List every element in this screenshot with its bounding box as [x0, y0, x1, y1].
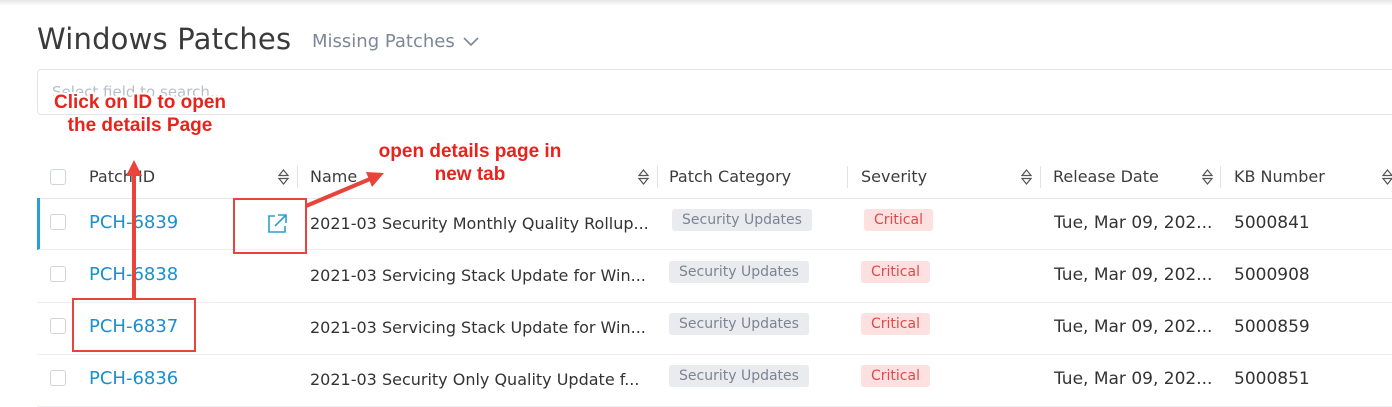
patch-name: 2021-03 Security Only Quality Update f..… — [310, 370, 640, 389]
column-header-severity[interactable]: Severity — [861, 167, 927, 186]
column-divider[interactable] — [847, 166, 848, 188]
category-badge: Security Updates — [672, 209, 812, 231]
column-divider[interactable] — [1220, 166, 1221, 188]
sort-icon[interactable] — [1202, 169, 1213, 185]
patch-name: 2021-03 Security Monthly Quality Rollup.… — [310, 214, 649, 233]
category-badge: Security Updates — [669, 313, 809, 335]
row-checkbox[interactable] — [50, 214, 66, 230]
column-header-name[interactable]: Name — [310, 167, 357, 186]
sort-icon[interactable] — [278, 169, 289, 185]
release-date: Tue, Mar 09, 202... — [1054, 213, 1213, 233]
column-divider[interactable] — [657, 166, 658, 188]
release-date: Tue, Mar 09, 202... — [1054, 369, 1213, 389]
row-checkbox[interactable] — [50, 370, 66, 386]
view-selector-label: Missing Patches — [312, 31, 455, 52]
category-badge: Security Updates — [669, 365, 809, 387]
column-divider[interactable] — [297, 166, 298, 188]
sort-icon[interactable] — [1382, 169, 1392, 185]
chevron-down-icon — [463, 36, 479, 46]
annotation-click-id: Click on ID to open the details Page — [53, 92, 227, 136]
column-header-patch-id[interactable]: Patch ID — [89, 167, 155, 186]
patch-id-link[interactable]: PCH-6836 — [89, 368, 178, 389]
column-header-kb-number[interactable]: KB Number — [1234, 167, 1325, 186]
severity-badge: Critical — [864, 209, 933, 231]
patch-id-link[interactable]: PCH-6839 — [89, 212, 178, 233]
new-tab-highlight-box — [233, 198, 307, 254]
table-row[interactable]: PCH-6837 2021-03 Servicing Stack Update … — [37, 302, 1392, 355]
column-header-release-date[interactable]: Release Date — [1053, 167, 1159, 186]
table-header: Patch ID Name Patch Category Severity Re… — [37, 158, 1392, 199]
top-shadow — [0, 0, 1392, 6]
view-selector-dropdown[interactable]: Missing Patches — [312, 31, 479, 52]
release-date: Tue, Mar 09, 202... — [1054, 265, 1213, 285]
kb-number: 5000841 — [1234, 213, 1310, 233]
kb-number: 5000859 — [1234, 317, 1310, 337]
search-input[interactable]: Select field to search... — [37, 69, 1392, 115]
id-highlight-box — [72, 298, 196, 352]
annotation-new-tab: open details page in new tab — [378, 141, 562, 185]
page-title: Windows Patches — [37, 22, 292, 56]
column-divider[interactable] — [1040, 166, 1041, 188]
select-all-checkbox[interactable] — [50, 169, 66, 185]
severity-badge: Critical — [861, 365, 930, 387]
kb-number: 5000908 — [1234, 265, 1310, 285]
row-checkbox[interactable] — [50, 266, 66, 282]
column-header-patch-category[interactable]: Patch Category — [669, 167, 791, 186]
release-date: Tue, Mar 09, 202... — [1054, 317, 1213, 337]
kb-number: 5000851 — [1234, 369, 1310, 389]
severity-badge: Critical — [861, 261, 930, 283]
sort-icon[interactable] — [638, 169, 649, 185]
patch-id-link[interactable]: PCH-6838 — [89, 264, 178, 285]
patch-name: 2021-03 Servicing Stack Update for Win..… — [310, 266, 646, 285]
severity-badge: Critical — [861, 313, 930, 335]
table-row[interactable]: PCH-6838 2021-03 Servicing Stack Update … — [37, 250, 1392, 303]
row-checkbox[interactable] — [50, 318, 66, 334]
sort-icon[interactable] — [1021, 169, 1032, 185]
table-row[interactable]: PCH-6836 2021-03 Security Only Quality U… — [37, 354, 1392, 407]
patch-name: 2021-03 Servicing Stack Update for Win..… — [310, 318, 646, 337]
category-badge: Security Updates — [669, 261, 809, 283]
